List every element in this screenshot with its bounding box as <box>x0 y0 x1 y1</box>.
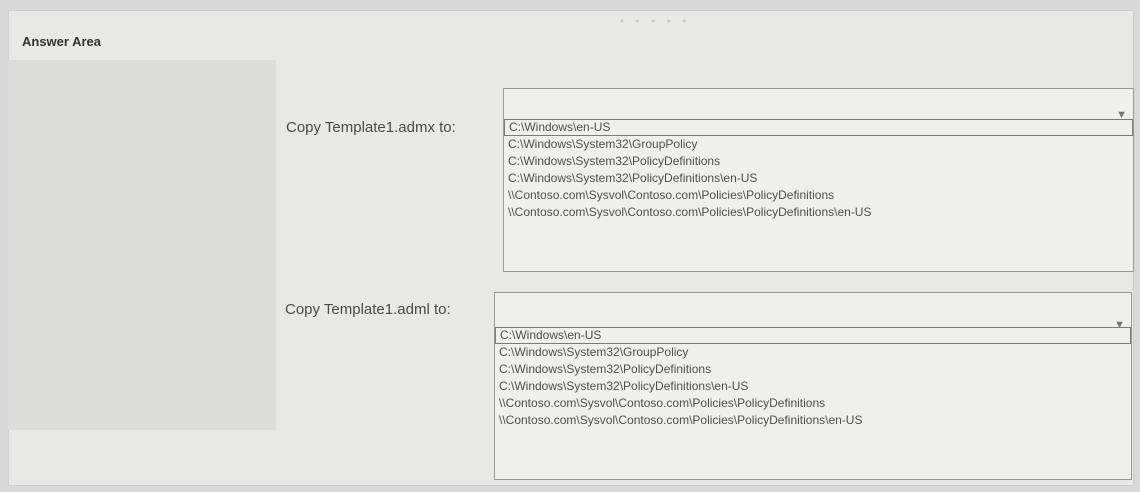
question-2-option[interactable]: C:\Windows\System32\PolicyDefinitions <box>495 361 1131 378</box>
question-1-option[interactable]: \\Contoso.com\Sysvol\Contoso.com\Policie… <box>504 204 1133 221</box>
question-1-option[interactable]: \\Contoso.com\Sysvol\Contoso.com\Policie… <box>504 187 1133 204</box>
question-2-option[interactable]: C:\Windows\en-US <box>495 327 1131 344</box>
question-1-option[interactable]: C:\Windows\System32\PolicyDefinitions <box>504 153 1133 170</box>
question-2-label: Copy Template1.adml to: <box>285 301 451 318</box>
question-2-dropdown[interactable]: ▼ C:\Windows\en-US C:\Windows\System32\G… <box>494 292 1132 480</box>
question-1-option[interactable]: C:\Windows\System32\PolicyDefinitions\en… <box>504 170 1133 187</box>
question-1-option-list: C:\Windows\en-US C:\Windows\System32\Gro… <box>504 119 1133 221</box>
side-panel <box>8 60 276 430</box>
question-2-option[interactable]: C:\Windows\System32\GroupPolicy <box>495 344 1131 361</box>
question-2-option[interactable]: \\Contoso.com\Sysvol\Contoso.com\Policie… <box>495 412 1131 429</box>
question-1-option[interactable]: C:\Windows\en-US <box>504 119 1133 136</box>
question-2-option-list: C:\Windows\en-US C:\Windows\System32\Gro… <box>495 327 1131 429</box>
question-1-label: Copy Template1.admx to: <box>286 119 456 136</box>
answer-area-title: Answer Area <box>22 34 101 49</box>
question-2-option[interactable]: \\Contoso.com\Sysvol\Contoso.com\Policie… <box>495 395 1131 412</box>
question-1-dropdown[interactable]: ▼ C:\Windows\en-US C:\Windows\System32\G… <box>503 88 1134 272</box>
question-2-option[interactable]: C:\Windows\System32\PolicyDefinitions\en… <box>495 378 1131 395</box>
progress-dots: • • • • • <box>620 14 691 28</box>
question-1-option[interactable]: C:\Windows\System32\GroupPolicy <box>504 136 1133 153</box>
